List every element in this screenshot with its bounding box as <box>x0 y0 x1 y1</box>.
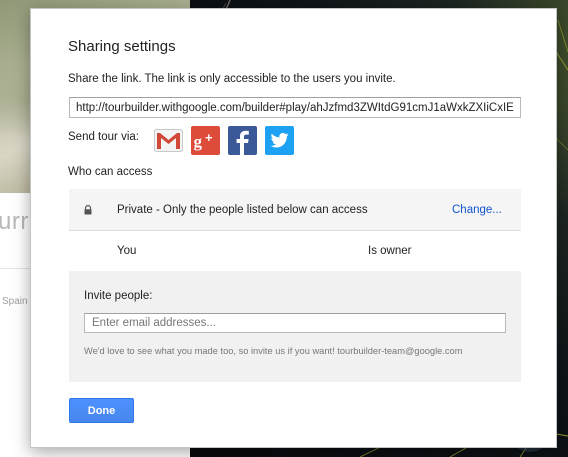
gmail-share-button[interactable] <box>154 126 183 155</box>
email-addresses-input[interactable] <box>84 313 506 333</box>
google-plus-share-button[interactable]: g + <box>191 126 220 155</box>
twitter-icon <box>265 126 294 155</box>
dialog-title: Sharing settings <box>68 38 176 55</box>
background-title: urr <box>0 208 29 235</box>
svg-text:g: g <box>194 132 203 151</box>
invite-people-label: Invite people: <box>84 290 153 302</box>
twitter-share-button[interactable] <box>265 126 294 155</box>
invite-note: We'd love to see what you made too, so i… <box>84 346 463 356</box>
user-role: Is owner <box>368 245 412 257</box>
access-divider-bottom <box>69 230 521 231</box>
facebook-icon <box>228 126 257 155</box>
google-plus-icon: g + <box>191 126 220 155</box>
user-name: You <box>117 245 137 257</box>
gmail-icon <box>154 129 183 152</box>
share-link-field[interactable] <box>69 97 521 118</box>
lock-icon <box>84 205 92 215</box>
done-button[interactable]: Done <box>69 398 134 423</box>
who-can-access-label: Who can access <box>68 166 153 178</box>
send-tour-label: Send tour via: <box>68 131 139 143</box>
change-access-link[interactable]: Change... <box>452 204 502 216</box>
background-location: Spain <box>2 296 28 307</box>
sharing-settings-dialog: Sharing settings Share the link. The lin… <box>30 8 557 448</box>
svg-text:+: + <box>205 130 213 145</box>
share-instruction: Share the link. The link is only accessi… <box>68 73 396 85</box>
access-level-text: Private - Only the people listed below c… <box>117 204 368 216</box>
facebook-share-button[interactable] <box>228 126 257 155</box>
